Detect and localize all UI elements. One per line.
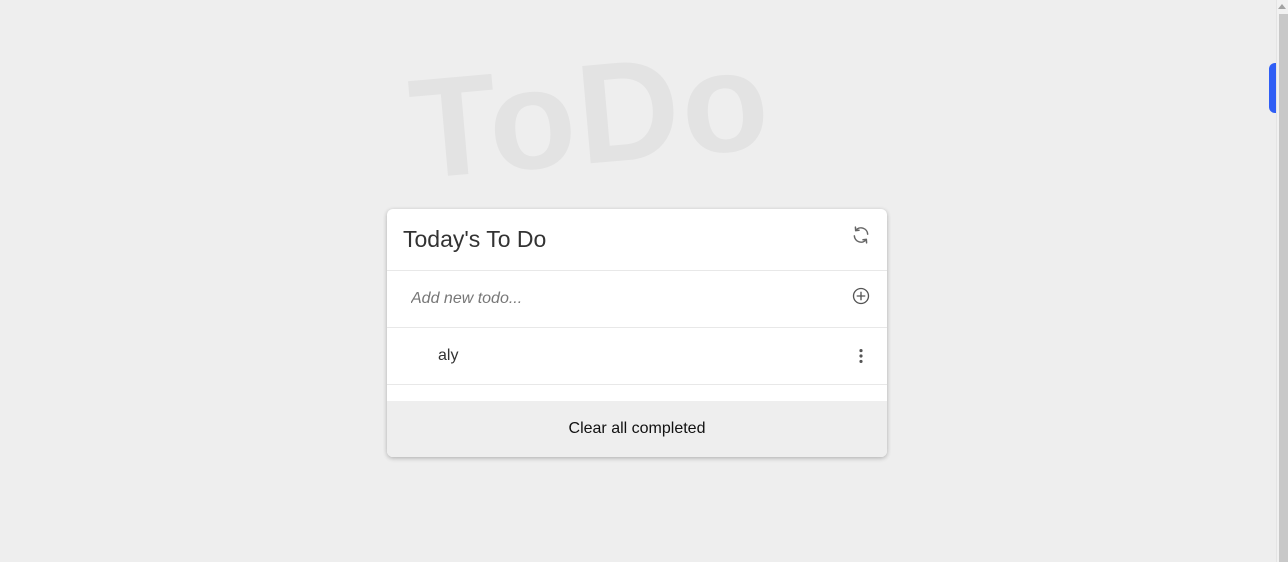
app-viewport: ToDo Today's To Do Add new todo... aly C… — [0, 0, 1288, 562]
refresh-button[interactable] — [849, 223, 873, 247]
todo-item[interactable]: aly — [387, 328, 887, 385]
clear-completed-button[interactable]: Clear all completed — [557, 414, 718, 444]
more-vertical-icon — [859, 349, 863, 363]
scroll-up-arrow-icon[interactable] — [1278, 4, 1286, 9]
card-title: Today's To Do — [403, 226, 547, 252]
card-footer: Clear all completed — [387, 401, 887, 457]
todo-watermark: ToDo — [403, 19, 777, 210]
todo-item-label: aly — [438, 347, 459, 364]
plus-circle-icon — [852, 287, 870, 305]
add-todo-button[interactable] — [849, 284, 873, 308]
todo-item-menu-button[interactable] — [849, 344, 873, 368]
add-todo-input[interactable] — [403, 285, 839, 313]
todo-card: Today's To Do aly — [387, 209, 887, 457]
scroll-thumb[interactable] — [1279, 14, 1288, 562]
card-header: Today's To Do — [387, 209, 887, 271]
vertical-scrollbar[interactable] — [1276, 0, 1288, 562]
add-todo-row — [387, 271, 887, 328]
refresh-icon — [853, 226, 869, 244]
